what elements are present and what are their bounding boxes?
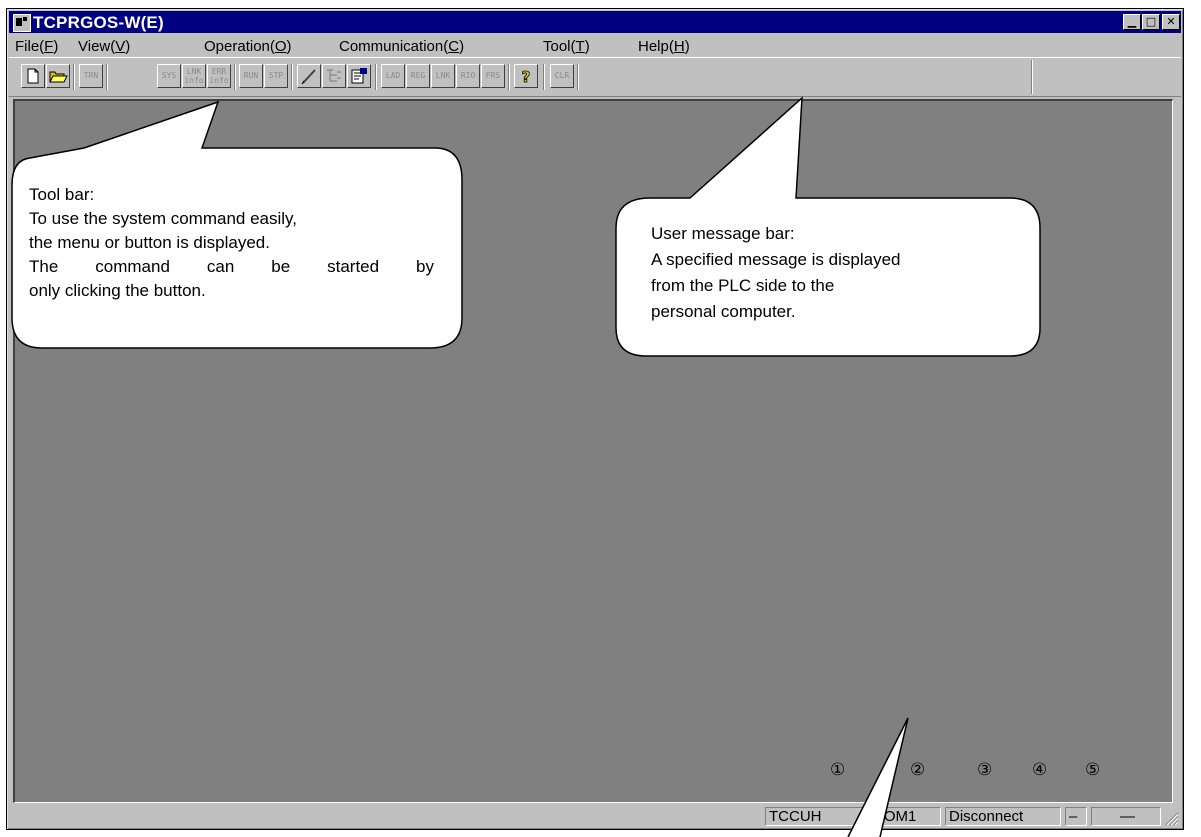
rio-button[interactable]: RIO bbox=[456, 64, 480, 88]
message-bar-callout-line: User message bar: bbox=[651, 224, 795, 243]
lnk-info-button[interactable]: LNK info bbox=[182, 64, 206, 88]
pencil-icon bbox=[301, 69, 316, 85]
marker-2: ② bbox=[910, 760, 926, 780]
edit-button[interactable] bbox=[297, 64, 321, 88]
close-button[interactable]: ✕ bbox=[1162, 14, 1180, 30]
lad-button[interactable]: LAD bbox=[381, 64, 405, 88]
toolbar-callout-line: To use the system command easily, bbox=[29, 209, 298, 228]
minimize-icon: ▁ bbox=[1127, 15, 1137, 28]
menu-bar: File(F) View(V) Operation(O) Communicati… bbox=[9, 35, 1181, 57]
toolbar-callout-text: Tool bar: To use the system command easi… bbox=[29, 183, 434, 303]
message-bar-callout-line: from the PLC side to the bbox=[651, 276, 835, 295]
close-icon: ✕ bbox=[1166, 15, 1176, 28]
status-extra: — bbox=[1091, 807, 1161, 826]
menu-operation[interactable]: Operation(O) bbox=[204, 38, 292, 55]
properties-icon bbox=[351, 68, 367, 84]
toolbar-callout-line: the menu or button is displayed. bbox=[29, 233, 270, 252]
toolbar-separator bbox=[543, 64, 545, 90]
reg-button[interactable]: REG bbox=[406, 64, 430, 88]
svg-text:?: ? bbox=[522, 68, 531, 86]
title-bar: TCPRGOS-W(E) ▁ □ ✕ bbox=[9, 11, 1181, 33]
toolbar-separator bbox=[234, 64, 236, 90]
toolbar-callout-line: Tool bar: bbox=[29, 185, 95, 204]
status-bar: TCCUH COM1 Disconnect – — bbox=[9, 806, 1181, 828]
marker-1: ① bbox=[830, 760, 846, 780]
message-bar-callout-text: User message bar: A specified message is… bbox=[651, 221, 1021, 325]
marker-3: ③ bbox=[977, 760, 993, 780]
toolbar: TRN SYS LNK info ERR info RUN STP LAD RE… bbox=[9, 57, 1181, 97]
resize-grip-icon[interactable] bbox=[1165, 812, 1179, 826]
properties-button[interactable] bbox=[347, 64, 371, 88]
toolbar-callout-line: only clicking the button. bbox=[29, 281, 206, 300]
toolbar-callout-line: The command can be started by bbox=[29, 257, 434, 276]
lnk-button[interactable]: LNK bbox=[431, 64, 455, 88]
status-mode: – bbox=[1065, 807, 1087, 826]
toolbar-separator bbox=[106, 64, 108, 90]
toolbar-separator bbox=[73, 64, 75, 90]
open-folder-icon bbox=[49, 71, 68, 83]
trn-button[interactable]: TRN bbox=[79, 64, 103, 88]
maximize-button[interactable]: □ bbox=[1142, 14, 1160, 30]
user-message-bar-edge bbox=[1031, 60, 1033, 94]
marker-5: ⑤ bbox=[1085, 760, 1101, 780]
sys-button[interactable]: SYS bbox=[157, 64, 181, 88]
toolbar-separator bbox=[375, 64, 377, 90]
new-file-icon bbox=[27, 68, 39, 84]
menu-help[interactable]: Help(H) bbox=[638, 38, 690, 55]
toolbar-separator bbox=[508, 64, 510, 90]
app-icon[interactable] bbox=[13, 14, 31, 32]
toolbar-separator bbox=[291, 64, 293, 90]
menu-tool[interactable]: Tool(T) bbox=[543, 38, 590, 55]
open-button[interactable] bbox=[46, 64, 70, 88]
menu-view[interactable]: View(V) bbox=[78, 38, 130, 55]
menu-communication[interactable]: Communication(C) bbox=[339, 38, 464, 55]
status-plc-type: TCCUH bbox=[765, 807, 865, 826]
clr-button[interactable]: CLR bbox=[550, 64, 574, 88]
app-window: TCPRGOS-W(E) ▁ □ ✕ File(F) View(V) Opera… bbox=[6, 8, 1184, 830]
maximize-icon: □ bbox=[1145, 15, 1157, 28]
frs-button[interactable]: FRS bbox=[481, 64, 505, 88]
message-bar-callout-line: personal computer. bbox=[651, 302, 796, 321]
stp-button[interactable]: STP bbox=[264, 64, 288, 88]
window-title: TCPRGOS-W(E) bbox=[33, 13, 164, 32]
tree-button[interactable] bbox=[322, 64, 346, 88]
new-button[interactable] bbox=[21, 64, 45, 88]
message-bar-callout-line: A specified message is displayed bbox=[651, 250, 901, 269]
tree-icon bbox=[327, 69, 341, 82]
help-button[interactable]: ? bbox=[514, 64, 538, 88]
toolbar-separator bbox=[577, 64, 579, 90]
err-info-button[interactable]: ERR info bbox=[207, 64, 231, 88]
run-button[interactable]: RUN bbox=[239, 64, 263, 88]
help-question-icon: ? bbox=[521, 68, 531, 87]
minimize-button[interactable]: ▁ bbox=[1123, 14, 1141, 30]
marker-4: ④ bbox=[1032, 760, 1048, 780]
status-connection: Disconnect bbox=[945, 807, 1061, 826]
status-port: COM1 bbox=[869, 807, 941, 826]
menu-file[interactable]: File(F) bbox=[15, 38, 58, 55]
